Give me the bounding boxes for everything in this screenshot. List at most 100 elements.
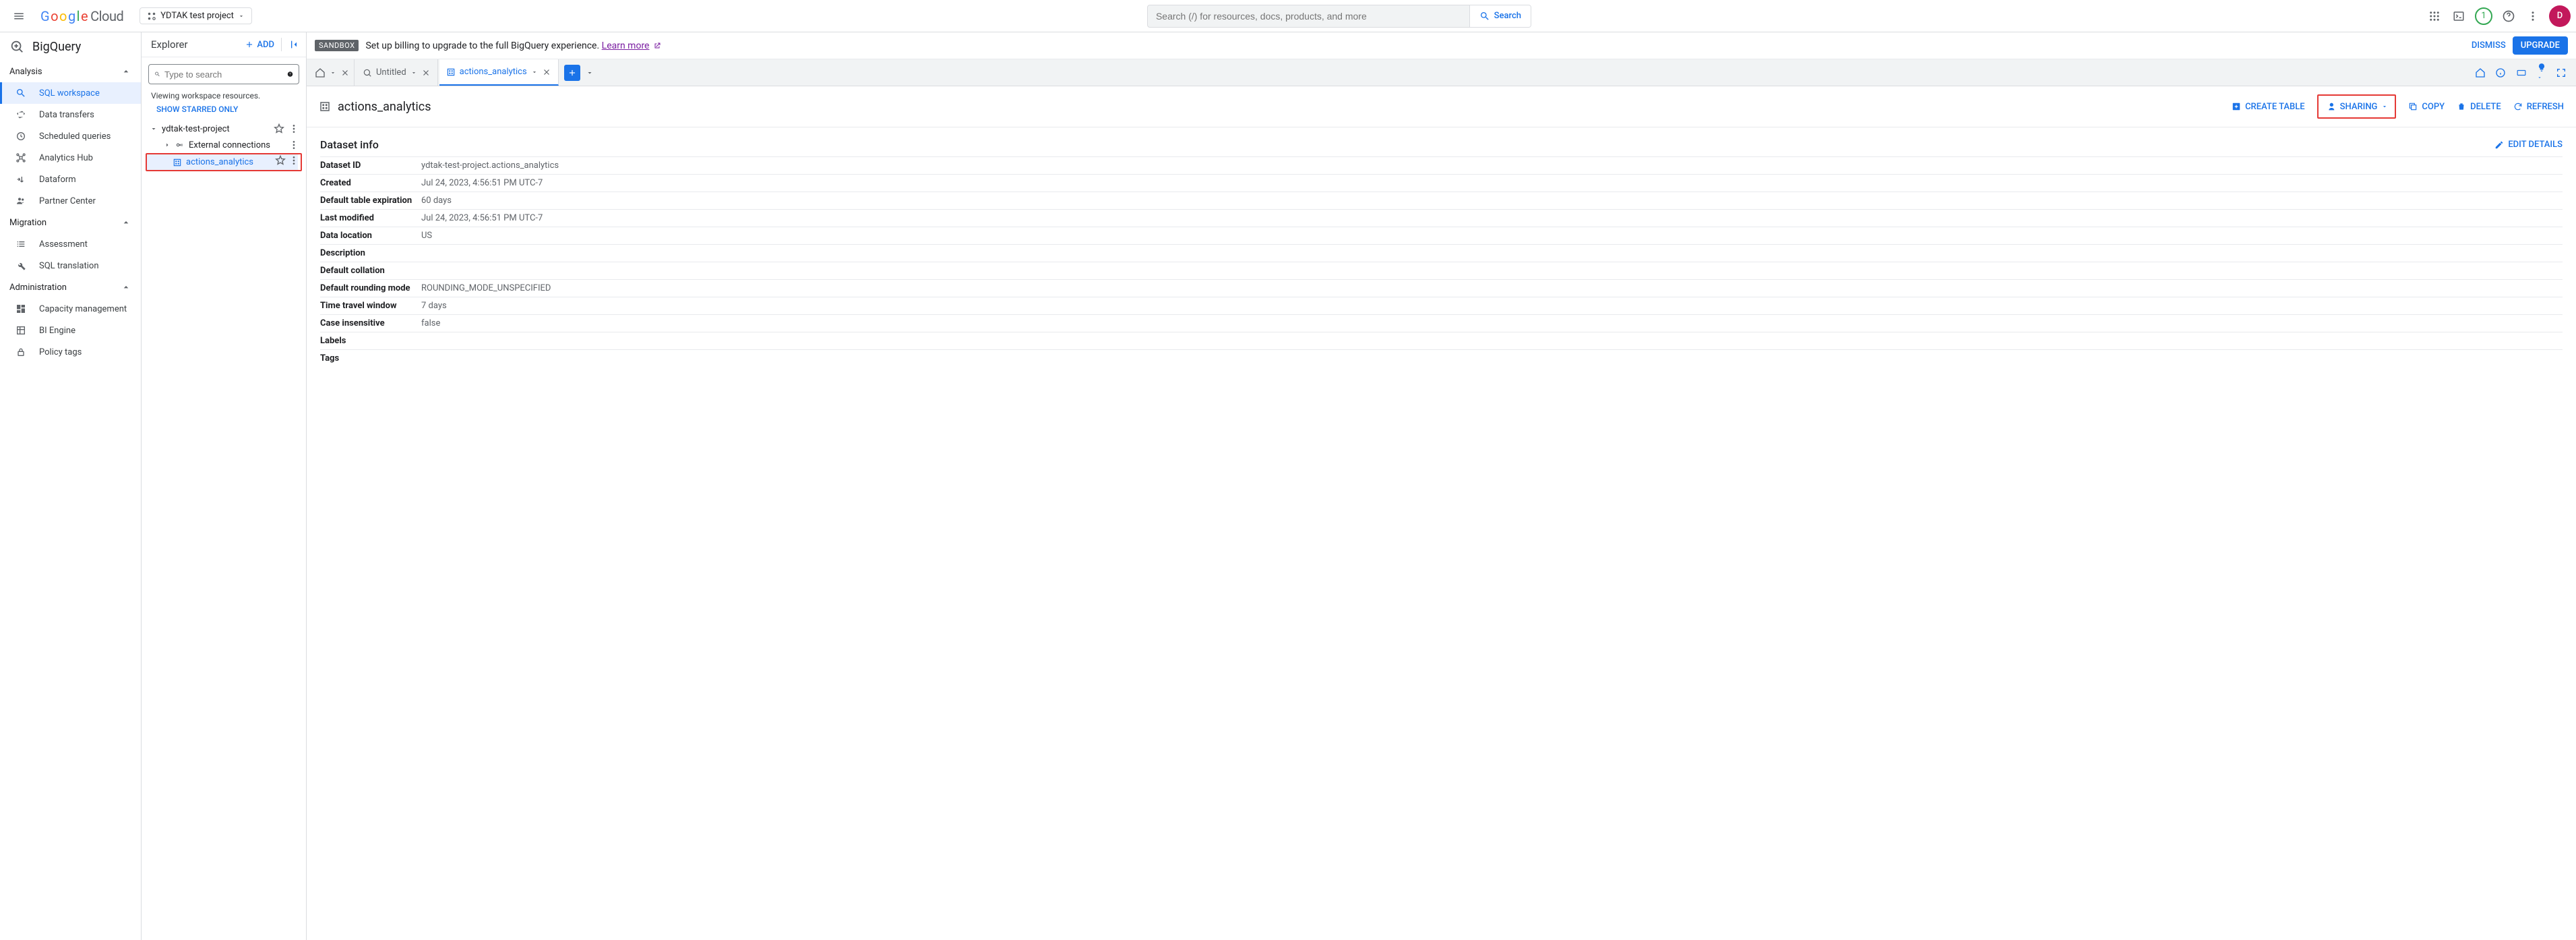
- section-migration[interactable]: Migration: [0, 212, 141, 233]
- hamburger-menu-icon[interactable]: [5, 3, 32, 30]
- avatar[interactable]: D: [2549, 5, 2571, 27]
- info-row: Default collation: [320, 262, 2563, 280]
- plus-icon: [245, 40, 254, 49]
- learn-more-link[interactable]: Learn more: [602, 40, 650, 51]
- tree-project-row[interactable]: ydtak-test-project: [144, 121, 303, 137]
- tab-actions-analytics[interactable]: actions_analytics: [439, 59, 559, 86]
- info-key: Tags: [320, 350, 421, 368]
- chevron-up-icon: [121, 217, 131, 228]
- list-icon: [15, 239, 27, 249]
- nav-sql-workspace[interactable]: SQL workspace: [0, 82, 141, 104]
- svg-text:?: ?: [289, 73, 290, 77]
- nav-dataform[interactable]: Dataform: [0, 169, 141, 190]
- transfers-icon: [15, 109, 27, 120]
- dismiss-button[interactable]: DISMISS: [2472, 40, 2506, 51]
- show-starred-link[interactable]: SHOW STARRED ONLY: [142, 100, 306, 121]
- tab-strip: Untitled actions_analytics: [307, 59, 2576, 86]
- info-row: Dataset IDydtak-test-project.actions_ana…: [320, 157, 2563, 175]
- new-tab-button[interactable]: [564, 65, 580, 81]
- fullscreen-icon[interactable]: [2556, 67, 2567, 78]
- search-button-label: Search: [1494, 11, 1521, 21]
- clock-icon: [15, 131, 27, 142]
- nav-capacity-management[interactable]: Capacity management: [0, 298, 141, 320]
- nav-policy-tags[interactable]: Policy tags: [0, 341, 141, 363]
- star-icon[interactable]: [274, 123, 284, 134]
- person-add-icon: [2325, 101, 2336, 112]
- edit-details-button[interactable]: EDIT DETAILS: [2494, 140, 2563, 150]
- nav-scheduled-queries[interactable]: Scheduled queries: [0, 125, 141, 147]
- info-row: Time travel window7 days: [320, 297, 2563, 315]
- lightbulb-icon[interactable]: [2537, 62, 2546, 83]
- info-row: Default table expiration60 days: [320, 192, 2563, 210]
- tab-home[interactable]: [311, 59, 355, 86]
- product-title[interactable]: BigQuery: [0, 32, 141, 61]
- more-vert-icon[interactable]: [2525, 8, 2541, 24]
- dataset-info-title: Dataset info: [320, 138, 379, 151]
- info-value: [421, 262, 2563, 280]
- project-name-label: YDTAK test project: [160, 11, 234, 21]
- section-administration[interactable]: Administration: [0, 276, 141, 298]
- info-row: Last modifiedJul 24, 2023, 4:56:51 PM UT…: [320, 210, 2563, 227]
- tab-dropdown[interactable]: [586, 69, 594, 77]
- info-row: Labels: [320, 332, 2563, 350]
- home-icon: [315, 67, 326, 78]
- dataset-icon: [173, 158, 182, 167]
- info-icon[interactable]: [2495, 67, 2506, 78]
- search-button[interactable]: Search: [1469, 5, 1531, 27]
- sharing-button[interactable]: SHARING: [2317, 94, 2397, 119]
- info-value: ydtak-test-project.actions_analytics: [421, 157, 2563, 175]
- create-table-button[interactable]: CREATE TABLE: [2232, 102, 2305, 112]
- more-vert-icon[interactable]: [288, 155, 299, 166]
- info-key: Default table expiration: [320, 192, 421, 210]
- plus-box-icon: [2232, 102, 2241, 111]
- upgrade-button[interactable]: UPGRADE: [2513, 36, 2568, 55]
- more-vert-icon[interactable]: [288, 123, 299, 134]
- tab-untitled[interactable]: Untitled: [356, 59, 438, 86]
- close-icon[interactable]: [421, 68, 431, 78]
- chevron-up-icon: [121, 282, 131, 293]
- nav-sql-translation[interactable]: SQL translation: [0, 255, 141, 276]
- project-selector[interactable]: YDTAK test project: [140, 7, 252, 24]
- notifications-badge[interactable]: 1: [2475, 7, 2492, 25]
- nav-bi-engine[interactable]: BI Engine: [0, 320, 141, 341]
- section-analysis[interactable]: Analysis: [0, 61, 141, 82]
- search-icon: [1479, 11, 1490, 22]
- star-icon[interactable]: [275, 155, 286, 166]
- nav-data-transfers[interactable]: Data transfers: [0, 104, 141, 125]
- tree-external-connections-row[interactable]: External connections: [144, 137, 303, 153]
- keyboard-icon[interactable]: [2515, 68, 2527, 78]
- explorer-add-button[interactable]: ADD: [245, 40, 274, 50]
- lock-icon: [15, 347, 27, 357]
- copy-button[interactable]: COPY: [2408, 102, 2445, 112]
- help-filled-icon[interactable]: ?: [287, 69, 293, 80]
- home-outline-icon[interactable]: [2475, 67, 2486, 78]
- delete-button[interactable]: DELETE: [2457, 102, 2501, 112]
- nav-assessment[interactable]: Assessment: [0, 233, 141, 255]
- info-row: Tags: [320, 350, 2563, 368]
- search-bar: Search: [1147, 5, 1531, 28]
- left-sidebar: BigQuery Analysis SQL workspace Data tra…: [0, 32, 142, 940]
- query-icon: [363, 68, 372, 78]
- apps-icon[interactable]: [2426, 8, 2443, 24]
- chevron-down-icon: [2381, 103, 2388, 110]
- refresh-button[interactable]: REFRESH: [2513, 102, 2564, 112]
- explorer-search-input[interactable]: [164, 69, 283, 80]
- info-value: [421, 332, 2563, 350]
- collapse-panel-icon[interactable]: [288, 39, 299, 50]
- close-icon[interactable]: [542, 67, 551, 77]
- info-key: Data location: [320, 227, 421, 245]
- search-input[interactable]: [1148, 5, 1469, 27]
- page-header: actions_analytics CREATE TABLE SHARING C…: [307, 86, 2576, 127]
- info-row: Data locationUS: [320, 227, 2563, 245]
- close-icon[interactable]: [340, 68, 350, 78]
- help-icon[interactable]: [2501, 8, 2517, 24]
- banner-text: Set up billing to upgrade to the full Bi…: [365, 40, 661, 51]
- info-value: ROUNDING_MODE_UNSPECIFIED: [421, 280, 2563, 297]
- cloud-shell-icon[interactable]: [2451, 8, 2467, 24]
- google-cloud-logo[interactable]: Google Cloud: [40, 8, 123, 24]
- nav-partner-center[interactable]: Partner Center: [0, 190, 141, 212]
- info-value: [421, 245, 2563, 262]
- more-vert-icon[interactable]: [288, 140, 299, 150]
- nav-analytics-hub[interactable]: Analytics Hub: [0, 147, 141, 169]
- page-title: actions_analytics: [338, 100, 431, 114]
